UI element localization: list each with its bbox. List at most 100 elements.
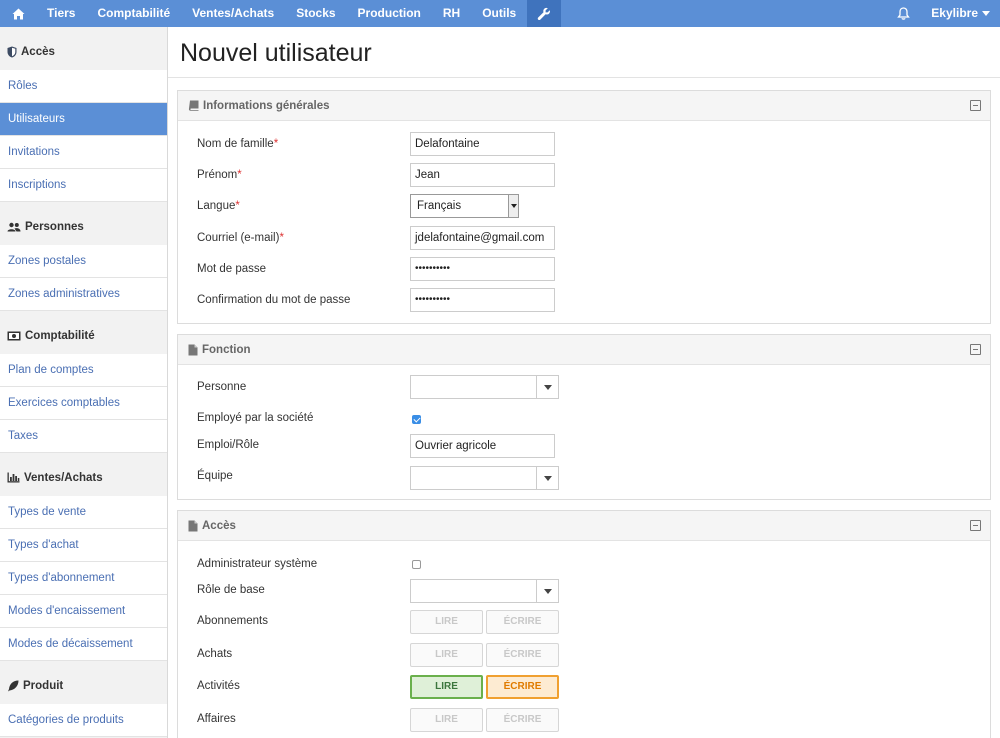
last-name-label: Nom de famille* [197,138,278,150]
top-nav: Tiers Comptabilité Ventes/Achats Stocks … [0,0,1000,27]
sidebar-item-inscriptions[interactable]: Inscriptions [0,169,167,202]
role-field[interactable]: Ouvrier agricole [410,434,555,458]
main-content: Nouvel utilisateur Informations générale… [168,27,1000,738]
first-name-label: Prénom* [197,169,242,181]
panel-title: Fonction [202,343,251,356]
user-menu[interactable]: Ekylibre [923,0,1000,27]
password-confirm-field[interactable]: •••••••••• [410,288,555,312]
team-label: Équipe [197,470,233,482]
sidebar-section-ventes-achats: Ventes/Achats [0,453,167,496]
language-value: Français [417,200,462,212]
team-combobox[interactable] [410,466,559,490]
permission-name: Abonnements [197,615,268,627]
sidebar-item-invitations[interactable]: Invitations [0,136,167,169]
sidebar-section-comptabilite: Comptabilité [0,311,167,354]
permission-name: Affaires [197,713,236,725]
title-divider [168,77,1000,78]
dropdown-arrow-icon[interactable] [536,467,558,489]
nav-item-ventes-achats[interactable]: Ventes/Achats [181,0,285,27]
dropdown-arrow-icon[interactable] [536,580,558,602]
nav-item-rh[interactable]: RH [432,0,471,27]
sidebar-section-personnes: Personnes [0,202,167,245]
sidebar-item-zones-postales[interactable]: Zones postales [0,245,167,278]
base-role-combobox[interactable] [410,579,559,603]
nav-item-production[interactable]: Production [347,0,432,27]
write-toggle[interactable]: ÉCRIRE [486,675,559,699]
password-field[interactable]: •••••••••• [410,257,555,281]
caret-down-icon [982,10,990,16]
panel-title: Accès [202,519,236,532]
required-mark: * [237,169,242,181]
feather-icon [8,680,19,691]
document-icon [188,520,198,531]
password-label: Mot de passe [197,263,267,275]
required-mark: * [279,232,284,244]
collapse-icon[interactable] [970,100,981,111]
collapse-icon[interactable] [970,344,981,355]
email-field[interactable]: jdelafontaine@gmail.com [410,226,555,250]
nav-item-comptabilite[interactable]: Comptabilité [86,0,181,27]
panel-general-info: Informations générales Nom de famille* D… [177,90,991,324]
base-role-label: Rôle de base [197,584,265,596]
sidebar-section-title: Ventes/Achats [24,471,103,484]
home-icon[interactable] [0,0,36,27]
sidebar-item-modes-d-encaissement[interactable]: Modes d'encaissement [0,595,167,628]
panel-header: Informations générales [178,91,990,121]
page-title: Nouvel utilisateur [180,39,372,67]
dropdown-arrow-icon[interactable] [536,376,558,398]
sidebar-item-types-d-abonnement[interactable]: Types d'abonnement [0,562,167,595]
password-confirm-label: Confirmation du mot de passe [197,294,351,306]
read-toggle[interactable]: LIRE [410,643,483,667]
bell-icon[interactable] [883,0,923,27]
sidebar-section-title: Produit [23,679,64,692]
nav-item-tiers[interactable]: Tiers [36,0,86,27]
role-label: Emploi/Rôle [197,439,259,451]
read-toggle[interactable]: LIRE [410,708,483,732]
sidebar-item-zones-administratives[interactable]: Zones administratives [0,278,167,311]
user-name: Ekylibre [931,6,978,20]
wrench-icon[interactable] [527,0,562,27]
label-text: Nom de famille [197,138,274,150]
collapse-icon[interactable] [970,520,981,531]
last-name-field[interactable]: Delafontaine [410,132,555,156]
employed-checkbox[interactable] [412,415,421,424]
label-text: Prénom [197,169,238,181]
sidebar-item-taxes[interactable]: Taxes [0,420,167,453]
sidebar-item-categories-de-produits[interactable]: Catégories de produits [0,704,167,737]
sidebar-item-exercices-comptables[interactable]: Exercices comptables [0,387,167,420]
nav-item-outils[interactable]: Outils [471,0,527,27]
write-toggle[interactable]: ÉCRIRE [486,708,559,732]
sidebar-section-title: Personnes [25,220,84,233]
sidebar-section-acces: Accès [0,27,167,70]
panel-title: Informations générales [203,99,330,112]
read-toggle[interactable]: LIRE [410,675,483,699]
write-toggle[interactable]: ÉCRIRE [486,643,559,667]
permission-name: Activités [197,680,240,692]
sidebar-item-types-de-vente[interactable]: Types de vente [0,496,167,529]
label-text: Courriel (e-mail) [197,232,280,244]
sidebar-item-modes-de-decaissement[interactable]: Modes de décaissement [0,628,167,661]
select-arrow-icon [508,195,518,217]
nav-item-stocks[interactable]: Stocks [285,0,346,27]
write-toggle[interactable]: ÉCRIRE [486,610,559,634]
sidebar: Accès Rôles Utilisateurs Invitations Ins… [0,27,168,738]
sidebar-item-plan-de-comptes[interactable]: Plan de comptes [0,354,167,387]
email-label: Courriel (e-mail)* [197,232,284,244]
panel-access: Accès Administrateur système Rôle de bas… [177,510,991,738]
label-text: Langue [197,200,236,212]
person-combobox[interactable] [410,375,559,399]
people-icon [7,222,21,231]
panel-function: Fonction Personne Employé par la société… [177,334,991,500]
first-name-field[interactable]: Jean [410,163,555,187]
admin-checkbox[interactable] [412,560,421,569]
sidebar-item-roles[interactable]: Rôles [0,70,167,103]
sidebar-item-types-d-achat[interactable]: Types d'achat [0,529,167,562]
sidebar-item-utilisateurs[interactable]: Utilisateurs [0,103,167,136]
money-icon [7,331,21,340]
read-toggle[interactable]: LIRE [410,610,483,634]
required-mark: * [235,200,240,212]
bar-chart-icon [7,472,20,483]
language-select[interactable]: Français [410,194,519,218]
language-label: Langue* [197,200,240,212]
document-icon [188,344,198,355]
